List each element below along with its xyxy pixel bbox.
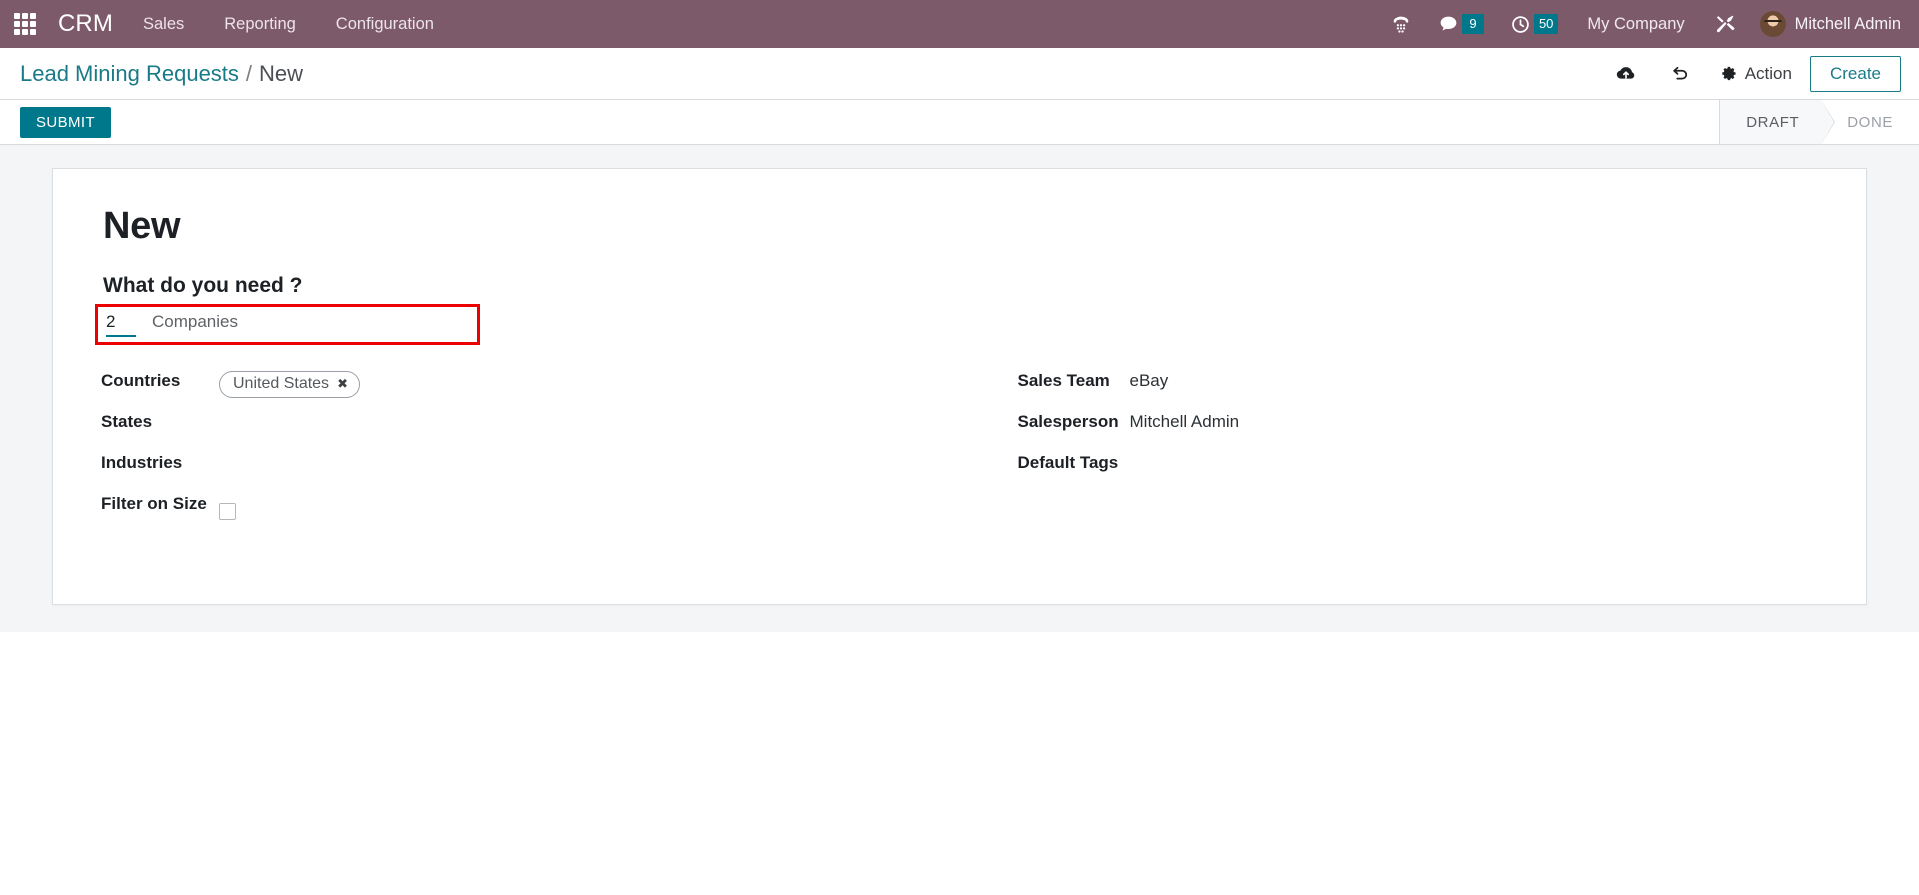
form-columns: Countries United States ✖ States Industr…	[101, 363, 1818, 527]
status-step-draft[interactable]: DRAFT	[1720, 100, 1836, 145]
field-value-default-tags[interactable]	[1130, 445, 1819, 470]
field-label-default-tags: Default Tags	[1017, 453, 1119, 472]
field-salesperson: Salesperson Mitchell Admin	[1018, 404, 1819, 445]
nav-menu-sales[interactable]: Sales	[123, 0, 204, 48]
activities-counter[interactable]: 50	[1497, 0, 1571, 48]
undo-arrow-icon	[1672, 66, 1687, 80]
messages-badge: 9	[1461, 14, 1484, 34]
tag-remove-icon[interactable]: ✖	[337, 376, 348, 392]
save-record-button[interactable]	[1599, 63, 1653, 85]
action-menu-button[interactable]: Action	[1707, 64, 1810, 84]
breadcrumb: Lead Mining Requests / New	[20, 61, 303, 87]
field-states: States	[101, 404, 960, 445]
field-value-filter-on-size	[219, 486, 960, 520]
form-column-left: Countries United States ✖ States Industr…	[101, 363, 960, 527]
tag-label: United States	[233, 375, 330, 392]
tag-united-states[interactable]: United States ✖	[219, 371, 360, 398]
breadcrumb-separator: /	[245, 60, 253, 86]
clock-icon	[1512, 15, 1529, 33]
discard-changes-button[interactable]	[1653, 63, 1707, 85]
dialpad-phone-icon[interactable]	[1377, 0, 1425, 48]
create-button[interactable]: Create	[1809, 55, 1901, 92]
field-label-industries: Industries	[101, 453, 183, 472]
field-label-states: States	[101, 412, 153, 431]
field-label-sales-team: Sales Team	[1017, 371, 1110, 390]
section-heading: What do you need ?	[103, 274, 303, 297]
top-navbar: CRM Sales Reporting Configuration 9 50 M…	[0, 0, 1919, 48]
field-filter-on-size: Filter on Size	[101, 486, 960, 527]
lead-count-row: Companies	[106, 311, 469, 337]
form-sheet: New What do you need ? Companies Countri…	[52, 168, 1867, 605]
field-countries: Countries United States ✖	[101, 363, 960, 404]
nav-menu-configuration[interactable]: Configuration	[316, 0, 454, 48]
field-value-sales-team[interactable]: eBay	[1130, 363, 1819, 391]
field-value-salesperson[interactable]: Mitchell Admin	[1130, 404, 1819, 432]
messages-counter[interactable]: 9	[1425, 0, 1497, 48]
user-menu[interactable]: Mitchell Admin	[1750, 11, 1919, 37]
lead-count-label: Companies	[152, 312, 238, 331]
form-button-bar: SUBMIT DRAFT DONE	[0, 100, 1919, 145]
apps-grid-icon[interactable]	[14, 13, 36, 35]
field-sales-team: Sales Team eBay	[1018, 363, 1819, 404]
submit-button[interactable]: SUBMIT	[20, 106, 112, 138]
field-label-salesperson: Salesperson	[1017, 412, 1119, 431]
statusbar: DRAFT DONE	[1719, 100, 1919, 145]
control-panel-actions: Action Create	[1599, 55, 1901, 92]
lead-count-highlight: Companies	[95, 304, 480, 345]
activities-badge: 50	[1533, 14, 1559, 34]
gear-icon	[1721, 66, 1736, 81]
avatar	[1759, 11, 1786, 37]
field-label-filter-on-size: Filter on Size	[101, 494, 207, 513]
filter-on-size-checkbox[interactable]	[219, 503, 236, 520]
chat-bubble-icon	[1440, 16, 1457, 30]
action-menu-label: Action	[1744, 63, 1792, 83]
status-step-done[interactable]: DONE	[1821, 100, 1919, 144]
user-name: Mitchell Admin	[1794, 14, 1901, 33]
field-label-countries: Countries	[101, 371, 181, 390]
field-value-industries[interactable]	[219, 445, 960, 470]
record-title: New	[103, 205, 181, 247]
cloud-upload-icon	[1616, 66, 1634, 79]
nav-menu-reporting[interactable]: Reporting	[204, 0, 316, 48]
content-area: New What do you need ? Companies Countri…	[0, 145, 1919, 632]
breadcrumb-current: New	[259, 60, 304, 86]
field-default-tags: Default Tags	[1018, 445, 1819, 486]
tools-wrench-icon[interactable]	[1701, 0, 1750, 48]
app-brand-crm[interactable]: CRM	[48, 10, 123, 38]
field-value-states[interactable]	[219, 404, 960, 429]
breadcrumb-root[interactable]: Lead Mining Requests	[20, 61, 239, 87]
company-switcher[interactable]: My Company	[1571, 15, 1700, 34]
control-panel: Lead Mining Requests / New Action Create	[0, 48, 1919, 100]
field-industries: Industries	[101, 445, 960, 486]
lead-count-input[interactable]	[106, 311, 136, 337]
form-column-right: Sales Team eBay Salesperson Mitchell Adm…	[960, 363, 1819, 527]
systray: 9 50 My Company Mitchell Admin	[1377, 0, 1919, 48]
field-value-countries[interactable]: United States ✖	[219, 363, 960, 398]
